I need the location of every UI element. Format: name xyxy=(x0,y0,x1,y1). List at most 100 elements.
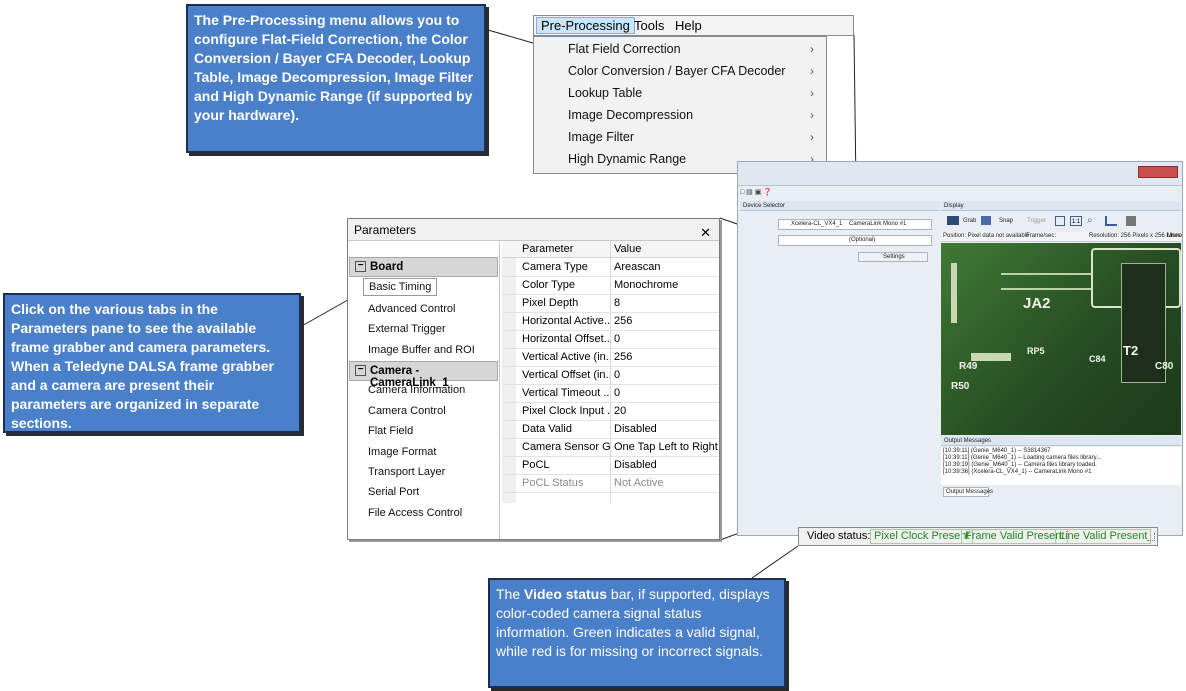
chevron-right-icon: › xyxy=(810,64,814,78)
output-line: [10:39:11] (Genie_M640_1) -- Loading cam… xyxy=(943,455,1102,461)
tree-item-file-access-control[interactable]: File Access Control xyxy=(368,507,462,519)
table-row[interactable]: Horizontal Active... 256 xyxy=(502,312,719,331)
menu-tools[interactable]: Tools xyxy=(634,18,664,33)
pcb-label: JA2 xyxy=(1023,295,1051,312)
tree-item-camera-information[interactable]: Camera Information xyxy=(368,384,465,396)
menu-item-color-conversion[interactable]: Color Conversion / Bayer CFA Decoder xyxy=(568,64,785,78)
param-value[interactable]: 0 xyxy=(614,387,620,399)
menu-item-label: Image Decompression xyxy=(568,108,694,122)
table-row[interactable]: PoCL Disabled xyxy=(502,456,719,475)
parameters-title-bar: Parameters ✕ xyxy=(348,219,719,241)
table-row[interactable]: Horizontal Offset... 0 xyxy=(502,330,719,349)
column-header-value[interactable]: Value xyxy=(614,243,641,255)
param-value[interactable]: Areascan xyxy=(614,261,660,273)
table-row[interactable]: Camera Sensor G... One Tap Left to Right xyxy=(502,438,719,457)
table-row[interactable]: Pixel Depth 8 xyxy=(502,294,719,313)
param-value[interactable]: Disabled xyxy=(614,459,657,471)
fit-icon[interactable] xyxy=(1055,216,1065,226)
stop-icon[interactable] xyxy=(1126,216,1136,226)
video-status-bar: Video status: Pixel Clock Present Frame … xyxy=(798,527,1158,546)
tree-group-camera[interactable]: − Camera - CameraLink_1 xyxy=(349,361,498,389)
snap-label[interactable]: Snap xyxy=(999,218,1013,224)
preprocessing-dropdown: Flat Field Correction › Color Conversion… xyxy=(533,36,827,174)
snap-icon[interactable] xyxy=(981,216,991,225)
camera-image-view[interactable]: JA2 R49 RP5 C84 T2 C80 R50 xyxy=(941,243,1181,435)
grab-label[interactable]: Grab xyxy=(963,218,976,224)
param-value[interactable]: Disabled xyxy=(614,423,657,435)
tree-item-flat-field[interactable]: Flat Field xyxy=(368,425,413,437)
table-row[interactable]: Vertical Active (in... 256 xyxy=(502,348,719,367)
resize-grip-icon[interactable] xyxy=(1147,533,1155,541)
table-row[interactable]: Vertical Offset (in... 0 xyxy=(502,366,719,385)
menu-item-image-filter[interactable]: Image Filter xyxy=(568,130,634,144)
param-value[interactable]: 0 xyxy=(614,333,620,345)
grab-icon[interactable] xyxy=(947,216,959,225)
parameters-pane: Parameters ✕ − Board Basic Timing Advanc… xyxy=(347,218,720,540)
tree-item-advanced-control[interactable]: Advanced Control xyxy=(368,303,455,315)
table-row[interactable]: Color Type Monochrome xyxy=(502,276,719,295)
param-name: Pixel Depth xyxy=(522,297,579,309)
camera-file-combo[interactable]: (Optional) xyxy=(778,235,932,246)
parameters-tree: − Board Basic Timing Advanced Control Ex… xyxy=(348,241,500,539)
menu-item-image-decompression[interactable]: Image Decompression xyxy=(568,108,693,122)
pcb-label: T2 xyxy=(1123,343,1139,358)
menu-item-high-dynamic-range[interactable]: High Dynamic Range xyxy=(568,152,686,166)
device-selector-header: Device Selector xyxy=(740,201,940,211)
tree-item-external-trigger[interactable]: External Trigger xyxy=(368,323,446,335)
param-value[interactable]: One Tap Left to Right xyxy=(614,441,718,453)
menu-item-label: Lookup Table xyxy=(568,86,643,100)
tree-item-camera-control[interactable]: Camera Control xyxy=(368,405,446,417)
param-name: Camera Sensor G... xyxy=(522,441,610,453)
param-name: Color Type xyxy=(522,279,575,291)
zoom-1-1-icon[interactable]: 1:1 xyxy=(1070,216,1082,226)
param-value[interactable]: 256 xyxy=(614,351,632,363)
tree-item-label: Camera Control xyxy=(368,405,446,417)
param-value: Not Active xyxy=(614,477,664,489)
pcb-label: C84 xyxy=(1089,354,1106,364)
settings-button[interactable]: Settings xyxy=(858,252,928,262)
callout-video-pre: The xyxy=(496,586,525,602)
param-value[interactable]: Monochrome xyxy=(614,279,678,291)
tree-item-label: Image Format xyxy=(368,446,437,458)
table-row[interactable]: Camera Type Areascan xyxy=(502,258,719,277)
zoom-icon[interactable]: ⌕ xyxy=(1087,215,1093,226)
window-controls[interactable] xyxy=(1138,166,1178,178)
output-title: Output Messages xyxy=(944,438,992,444)
output-messages-tab[interactable]: Output Messages xyxy=(943,487,993,497)
param-value[interactable]: 0 xyxy=(614,369,620,381)
tree-item-transport-layer[interactable]: Transport Layer xyxy=(368,466,445,478)
param-name: Vertical Offset (in... xyxy=(522,369,610,381)
pcb-label: C80 xyxy=(1155,361,1174,372)
tree-item-image-buffer[interactable]: Image Buffer and ROI xyxy=(368,344,475,356)
collapse-icon[interactable]: − xyxy=(355,261,366,272)
tree-item-basic-timing[interactable]: Basic Timing xyxy=(363,278,438,296)
menu-item-flat-field[interactable]: Flat Field Correction xyxy=(568,42,681,56)
table-row[interactable]: Vertical Timeout ... 0 xyxy=(502,384,719,403)
param-value[interactable]: 8 xyxy=(614,297,620,309)
frame-valid-indicator: Frame Valid Present xyxy=(961,529,1069,544)
tree-group-board[interactable]: − Board xyxy=(349,257,498,277)
param-value[interactable]: 20 xyxy=(614,405,626,417)
menu-help[interactable]: Help xyxy=(675,18,702,33)
tree-item-serial-port[interactable]: Serial Port xyxy=(368,486,419,498)
display-header: Display xyxy=(941,201,1181,211)
output-tab-label: Output Messages xyxy=(946,489,994,495)
param-name: Horizontal Offset... xyxy=(522,333,610,345)
tree-item-image-format[interactable]: Image Format xyxy=(368,446,436,458)
chevron-right-icon: › xyxy=(810,108,814,122)
device-combo[interactable]: Xcelera-CL_VX4_1 CameraLink Mono #1 xyxy=(778,219,932,230)
output-line: [10:39:19] (Genie_M640_1) -- Camera file… xyxy=(943,462,1097,468)
table-row[interactable]: Pixel Clock Input ... 20 xyxy=(502,402,719,421)
collapse-icon[interactable]: − xyxy=(355,365,366,376)
column-header-parameter[interactable]: Parameter xyxy=(522,243,573,255)
trigger-label[interactable]: Trigger xyxy=(1027,218,1046,224)
table-row[interactable]: Data Valid Disabled xyxy=(502,420,719,439)
menu-item-lookup-table[interactable]: Lookup Table xyxy=(568,86,642,100)
toolbar-icons[interactable]: □ ▤ ▣ ❓ xyxy=(740,188,800,198)
parameters-title: Parameters xyxy=(354,223,417,237)
output-log: [10:39:11] (Genie_M640_1) -- S3814367 [1… xyxy=(941,447,1181,485)
menu-preprocessing[interactable]: Pre-Processing xyxy=(536,17,635,34)
param-value[interactable]: 256 xyxy=(614,315,632,327)
tree-item-label: Transport Layer xyxy=(368,466,446,478)
histogram-icon[interactable] xyxy=(1105,216,1117,226)
